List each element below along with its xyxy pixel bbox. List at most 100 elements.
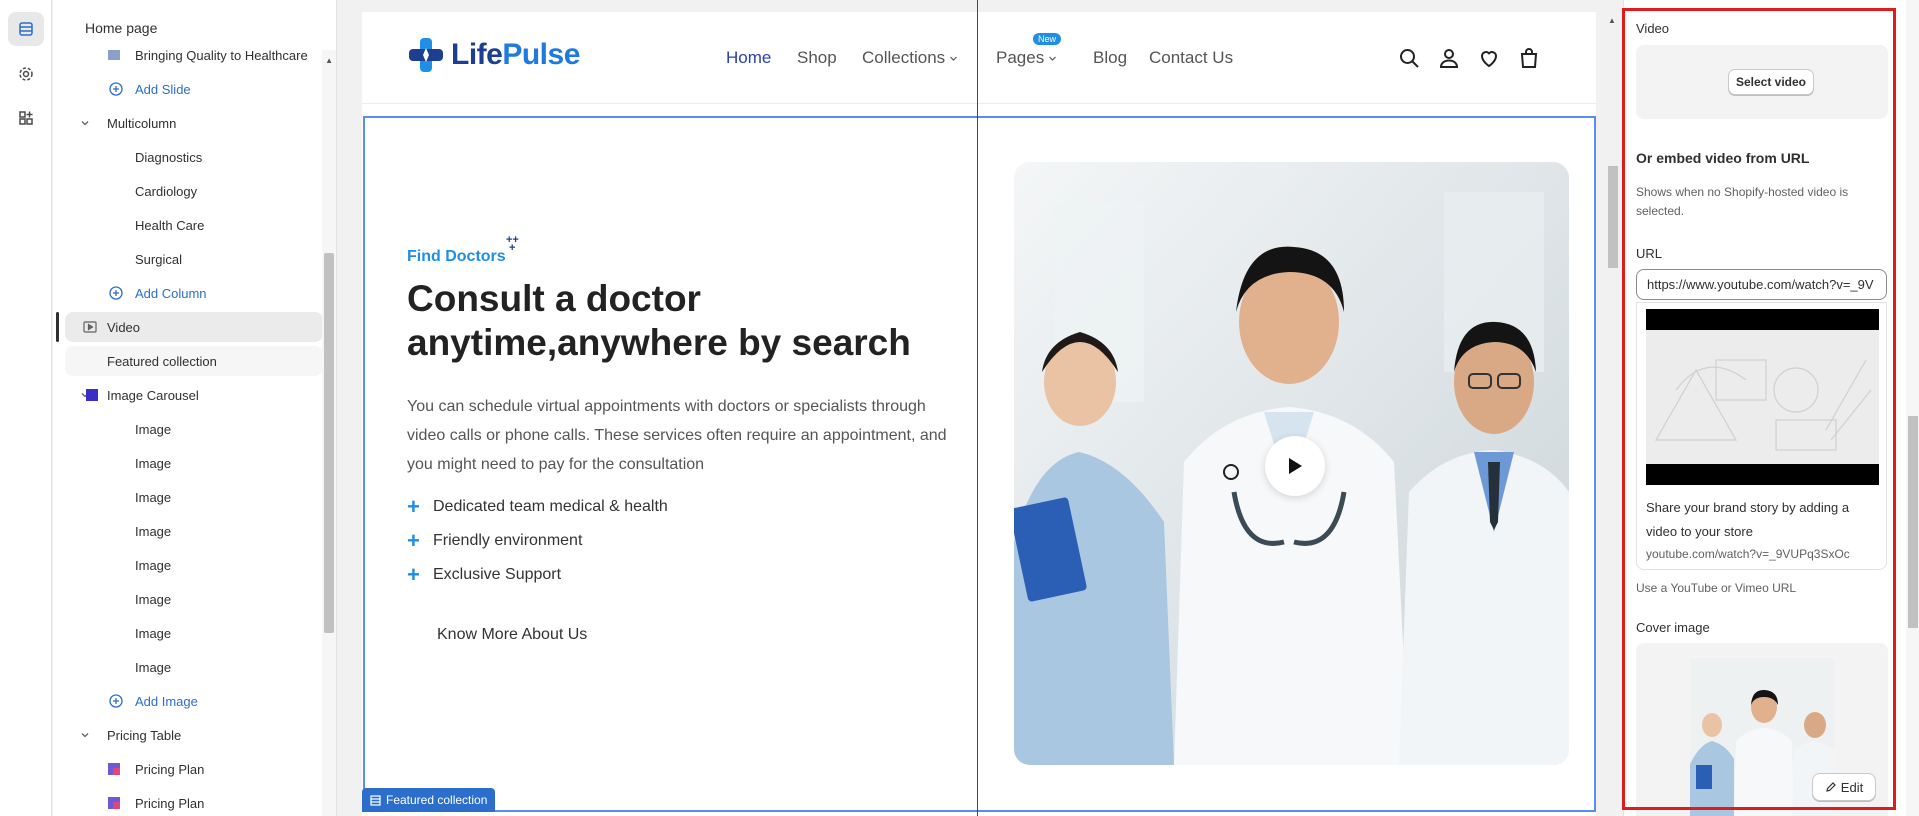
tree-item-image[interactable]: Image [65,448,323,478]
tree-item-label: Health Care [135,217,205,233]
center-guide-line [977,0,978,816]
sections-icon[interactable] [8,12,44,46]
store-preview: LifePulse Home Shop Collections Pages Bl… [362,12,1596,816]
tree-item-label: Image [135,659,172,675]
nav-pages[interactable]: Pages [996,48,1057,68]
add-label: Add Image [135,693,198,709]
section-heading: Consult a doctor anytime,anywhere by sea… [407,278,911,363]
scroll-up-arrow-icon[interactable]: ▲ [325,56,333,65]
image-block-icon [108,50,120,60]
tree-item-image[interactable]: Image [65,550,323,580]
eyebrow-text: Find Doctors [407,248,506,265]
pricing-block-icon [108,763,120,775]
tree-item-label: Image [135,557,172,573]
add-circle-icon [109,694,123,708]
tree-item-column[interactable]: Health Care [65,210,323,240]
preview-scroll-thumb[interactable] [1608,166,1618,268]
video-cover-image[interactable] [1014,162,1569,765]
tree-item-label: Pricing Table [107,727,182,743]
tree-section-featured-collection[interactable]: Featured collection [65,346,323,376]
tree-section-multicolumn[interactable]: Multicolumn [65,108,323,138]
wishlist-heart-icon[interactable] [1477,46,1501,70]
add-label: Add Slide [135,81,191,97]
cart-bag-icon[interactable] [1517,46,1541,70]
nav-collections[interactable]: Collections [862,48,958,68]
chevron-down-icon [1049,56,1057,61]
tree-item-label: Video [107,319,141,335]
tree-item-label: Featured collection [107,353,217,369]
highlight-box [1622,8,1896,810]
tree-item-label: Surgical [135,251,182,267]
nav-home[interactable]: Home [726,48,771,68]
tree-item-image[interactable]: Image [65,652,323,682]
settings-scrollbar[interactable] [1906,0,1919,816]
tree-item-slide[interactable]: Bringing Quality to Healthcare [65,40,323,70]
section-paragraph: You can schedule virtual appointments wi… [407,398,947,473]
chevron-down-icon[interactable] [79,729,91,741]
nav-contact[interactable]: Contact Us [1149,48,1233,68]
selection-indicator [56,312,59,342]
icon-rail [0,0,52,816]
tree-item-column[interactable]: Surgical [65,244,323,274]
tree-item-label: Bringing Quality to Healthcare [135,47,308,63]
sidebar-scroll-thumb[interactable] [324,253,334,633]
video-section-icon [83,321,97,333]
plus-icon: + [407,562,420,587]
tree-item-pricing-plan[interactable]: Pricing Plan [65,754,323,784]
tree-item-pricing-plan[interactable]: Pricing Plan [65,788,323,816]
apps-icon[interactable] [8,101,44,135]
add-circle-icon [109,82,123,96]
tree-item-image[interactable]: Image [65,618,323,648]
nav-blog[interactable]: Blog [1093,48,1127,68]
tree-item-label: Image [135,625,172,641]
section-tree-sidebar: Home page Bringing Quality to Healthcare… [53,0,337,816]
know-more-button[interactable]: Know More About Us [437,626,587,644]
tree-item-label: Pricing Plan [135,795,205,811]
account-icon[interactable] [1437,46,1461,70]
tree-item-image[interactable]: Image [65,482,323,512]
tree-item-label: Image [135,591,172,607]
add-label: Add Column [135,285,207,301]
theme-editor: Home page Bringing Quality to Healthcare… [0,0,1919,816]
search-icon[interactable] [1397,46,1421,70]
page-title: Home page [85,20,158,36]
sidebar-scrollbar[interactable] [322,50,336,816]
tree-item-label: Image [135,523,172,539]
new-badge: New [1033,33,1062,45]
tree-section-pricing-table[interactable]: Pricing Table [65,720,323,750]
tree-item-image[interactable]: Image [65,516,323,546]
logo-mark-icon [409,38,443,72]
add-circle-icon [109,286,123,300]
settings-icon[interactable] [8,57,44,91]
nav-shop[interactable]: Shop [797,48,837,68]
play-icon [1289,458,1302,474]
tree-section-image-carousel[interactable]: Image Carousel [65,380,323,410]
tree-item-label: Diagnostics [135,149,203,165]
tree-section-video[interactable]: Video [65,312,323,342]
feature-bullet: + Friendly environment [407,528,583,553]
preview-scrollbar[interactable]: ▲ [1607,16,1619,804]
add-image-button[interactable]: Add Image [65,686,323,716]
tree-item-image[interactable]: Image [65,414,323,444]
tree-item-image[interactable]: Image [65,584,323,614]
tree-item-column[interactable]: Cardiology [65,176,323,206]
settings-scroll-thumb[interactable] [1908,416,1918,628]
feature-bullet: + Dedicated team medical & health [407,494,668,519]
play-button[interactable] [1265,436,1325,496]
plus-icon: + [407,494,420,519]
store-logo[interactable]: LifePulse [407,36,580,74]
preview-canvas: LifePulse Home Shop Collections Pages Bl… [337,0,1623,816]
sparkle-icon: ++ + [506,234,519,254]
tree-item-label: Image Carousel [107,387,199,403]
chevron-down-icon[interactable] [79,117,91,129]
section-tag-featured-collection[interactable]: Featured collection [362,788,496,812]
tree-item-label: Pricing Plan [135,761,205,777]
add-slide-button[interactable]: Add Slide [65,74,323,104]
add-column-button[interactable]: Add Column [65,278,323,308]
scroll-up-arrow-icon[interactable]: ▲ [1608,16,1616,25]
tree-item-column[interactable]: Diagnostics [65,142,323,172]
tree-item-label: Image [135,455,172,471]
section-icon [370,794,381,806]
tree-item-label: Multicolumn [107,115,177,131]
feature-bullet: + Exclusive Support [407,562,562,587]
